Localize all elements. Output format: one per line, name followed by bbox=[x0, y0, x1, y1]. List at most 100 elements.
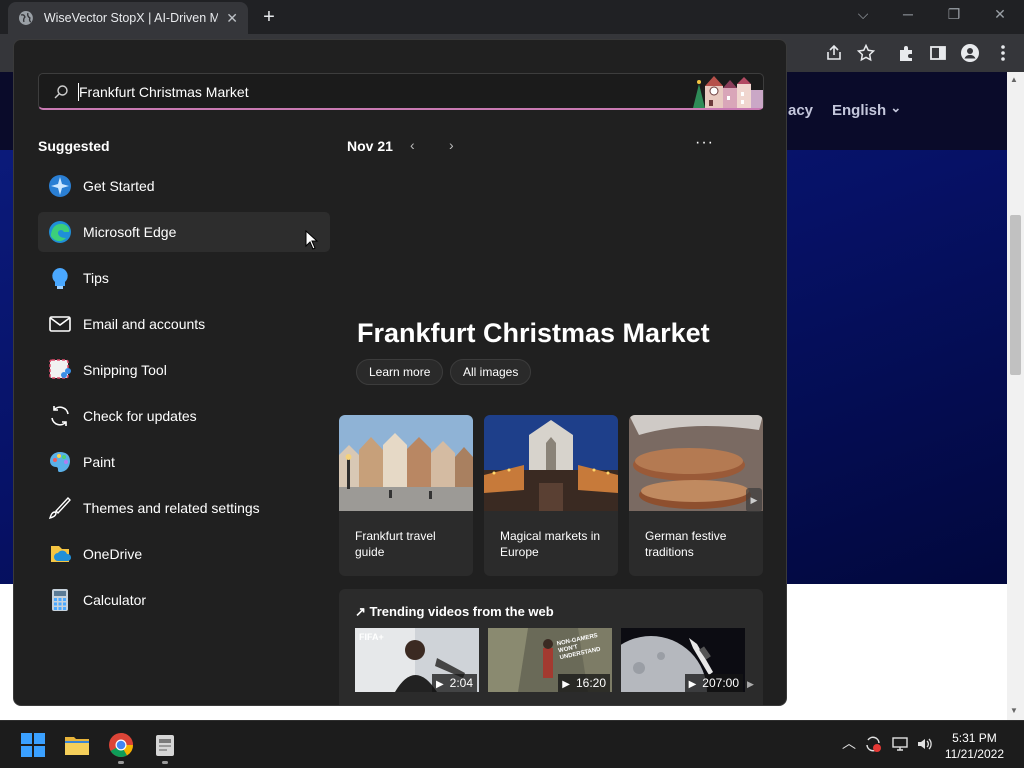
show-hidden-icons-icon[interactable]: ︿ bbox=[842, 733, 856, 753]
bookmark-star-icon[interactable] bbox=[856, 43, 876, 63]
network-icon[interactable] bbox=[891, 735, 909, 753]
extensions-icon[interactable] bbox=[896, 43, 916, 63]
start-search-flyout: Suggested Get Started Microsoft Edge bbox=[13, 39, 787, 706]
windows-start-icon[interactable] bbox=[20, 732, 46, 758]
suggested-item-themes-and-related-settings[interactable]: Themes and related settings bbox=[38, 488, 330, 528]
tips-icon bbox=[47, 265, 73, 291]
menu-kebab-icon[interactable] bbox=[993, 43, 1013, 63]
minimize-icon[interactable]: ─ bbox=[898, 6, 918, 22]
all-images-button[interactable]: All images bbox=[450, 359, 532, 385]
system-clock[interactable]: 5:31 PM 11/21/2022 bbox=[945, 730, 1004, 762]
trending-videos-heading[interactable]: ↗ Trending videos from the web bbox=[355, 604, 554, 620]
card-caption: Frankfurt travel guide bbox=[355, 529, 436, 559]
suggested-item-snipping-tool[interactable]: Snipping Tool bbox=[38, 350, 330, 390]
video-duration: ▶ 16:20 bbox=[558, 674, 610, 692]
language-label: English bbox=[832, 102, 887, 119]
snipping-tool-icon bbox=[47, 357, 73, 383]
wisevector-app-icon[interactable] bbox=[152, 732, 178, 758]
suggested-item-get-started[interactable]: Get Started bbox=[38, 166, 330, 206]
scrollbar-thumb[interactable] bbox=[1010, 215, 1021, 375]
video-thumbnail[interactable]: ▶ 207:00 bbox=[621, 628, 745, 692]
card-german-festive-traditions[interactable]: German festive traditions bbox=[629, 415, 763, 576]
suggested-item-check-for-updates[interactable]: Check for updates bbox=[38, 396, 330, 436]
file-explorer-icon[interactable] bbox=[64, 732, 90, 758]
suggested-item-label: Check for updates bbox=[83, 408, 197, 424]
play-icon: ▶ bbox=[688, 679, 697, 690]
volume-icon[interactable] bbox=[916, 735, 934, 753]
suggested-item-email-and-accounts[interactable]: Email and accounts bbox=[38, 304, 330, 344]
suggested-item-microsoft-edge[interactable]: Microsoft Edge bbox=[38, 212, 330, 252]
suggested-item-label: Calculator bbox=[83, 592, 147, 608]
mouse-cursor-icon bbox=[305, 230, 319, 250]
suggested-item-tips[interactable]: Tips bbox=[38, 258, 330, 298]
suggested-item-onedrive[interactable]: OneDrive bbox=[38, 534, 330, 574]
tab-close-icon[interactable]: ✕ bbox=[226, 10, 238, 27]
onedrive-icon bbox=[47, 541, 73, 567]
suggested-item-label: OneDrive bbox=[83, 546, 143, 562]
running-indicator bbox=[118, 761, 124, 764]
suggested-heading: Suggested bbox=[38, 138, 110, 154]
suggested-item-label: Tips bbox=[83, 270, 109, 286]
suggested-item-label: Snipping Tool bbox=[83, 362, 167, 378]
next-day-icon[interactable]: › bbox=[449, 137, 454, 153]
video-duration: ▶ 2:04 bbox=[431, 674, 477, 692]
side-panel-icon[interactable] bbox=[928, 43, 948, 63]
get-started-icon bbox=[47, 173, 73, 199]
sync-alert-icon[interactable] bbox=[864, 735, 882, 753]
video-thumbnail[interactable]: FIFA+ ▶ 2:04 bbox=[355, 628, 479, 692]
learn-more-button[interactable]: Learn more bbox=[356, 359, 444, 385]
video-thumbnail[interactable]: NON-GAMERS WON'T UNDERSTAND ▶ 16:20 bbox=[488, 628, 612, 692]
clock-date: 11/21/2022 bbox=[944, 747, 1004, 761]
card-magical-markets[interactable]: Magical markets in Europe bbox=[484, 415, 618, 576]
suggested-item-calculator[interactable]: Calculator bbox=[38, 580, 330, 620]
browser-titlebar: WiseVector StopX | AI-Driven Ma ✕ + ⌵ ─ … bbox=[0, 0, 1024, 34]
suggested-item-label: Get Started bbox=[83, 178, 155, 194]
cards-next-icon[interactable]: ▶ bbox=[746, 488, 762, 512]
play-icon: ▶ bbox=[562, 679, 570, 690]
mail-icon bbox=[47, 311, 73, 337]
chrome-icon[interactable] bbox=[108, 732, 134, 758]
close-window-icon[interactable]: ✕ bbox=[990, 6, 1010, 23]
christmas-market-illustration bbox=[693, 76, 763, 108]
taskbar: ︿ 5:31 PM 11/21/2022 bbox=[0, 720, 1024, 768]
text-caret bbox=[78, 83, 79, 101]
card-caption: Magical markets in Europe bbox=[500, 529, 601, 559]
videos-next-icon[interactable]: ▶ bbox=[747, 679, 754, 690]
suggested-item-label: Microsoft Edge bbox=[83, 224, 177, 240]
card-caption: German festive traditions bbox=[645, 529, 727, 559]
chevron-down-icon: ⌄ bbox=[890, 100, 902, 115]
suggested-item-label: Paint bbox=[83, 454, 115, 470]
search-box[interactable] bbox=[38, 73, 764, 110]
scroll-up-icon[interactable]: ▲ bbox=[1010, 75, 1018, 84]
highlights-date: Nov 21 bbox=[347, 138, 393, 154]
new-tab-button[interactable]: + bbox=[258, 6, 280, 28]
restore-icon[interactable]: ❐ bbox=[944, 6, 964, 23]
more-options-icon[interactable]: ··· bbox=[695, 134, 714, 152]
suggested-item-label: Email and accounts bbox=[83, 316, 206, 332]
highlight-title[interactable]: Frankfurt Christmas Market bbox=[357, 318, 710, 349]
suggested-item-paint[interactable]: Paint bbox=[38, 442, 330, 482]
page-scrollbar[interactable] bbox=[1007, 72, 1024, 720]
video-badge: FIFA+ bbox=[359, 632, 384, 642]
brush-icon bbox=[47, 495, 73, 521]
nav-link-partial[interactable]: acy bbox=[788, 102, 813, 119]
play-icon: ▶ bbox=[435, 679, 444, 690]
edge-icon bbox=[47, 219, 73, 245]
language-selector[interactable]: English ⌄ bbox=[832, 100, 902, 119]
tab-search-icon[interactable]: ⌵ bbox=[853, 6, 873, 23]
christmas-market-image bbox=[484, 415, 618, 511]
lebkuchen-image bbox=[629, 415, 763, 511]
clock-time: 5:31 PM bbox=[952, 731, 997, 745]
card-frankfurt-travel-guide[interactable]: Frankfurt travel guide bbox=[339, 415, 473, 576]
globe-icon bbox=[18, 11, 33, 25]
profile-icon[interactable] bbox=[960, 43, 980, 63]
trending-videos-panel: ↗ Trending videos from the web FIFA+ ▶ 2:… bbox=[339, 589, 763, 705]
suggested-item-label: Themes and related settings bbox=[83, 500, 260, 516]
tab-title: WiseVector StopX | AI-Driven Ma bbox=[43, 11, 219, 25]
previous-day-icon[interactable]: ‹ bbox=[410, 137, 415, 153]
running-indicator bbox=[162, 761, 168, 764]
browser-tab[interactable]: WiseVector StopX | AI-Driven Ma ✕ bbox=[8, 2, 248, 34]
scroll-down-icon[interactable]: ▼ bbox=[1010, 706, 1018, 715]
share-icon[interactable] bbox=[824, 43, 844, 63]
search-input[interactable] bbox=[79, 81, 639, 103]
